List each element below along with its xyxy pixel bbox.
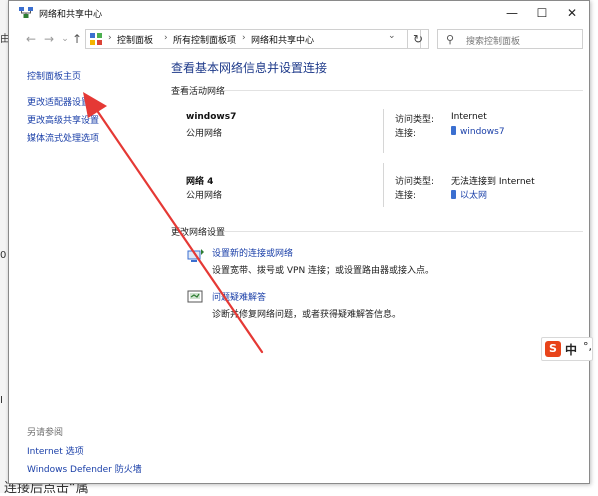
- ime-status-badge[interactable]: S 中 °,: [541, 337, 593, 361]
- annotation-arrow: [83, 92, 264, 354]
- sogou-logo-icon: S: [545, 341, 561, 357]
- ime-punctuation-label: °,: [583, 340, 592, 353]
- ime-mode-label: 中: [565, 343, 578, 357]
